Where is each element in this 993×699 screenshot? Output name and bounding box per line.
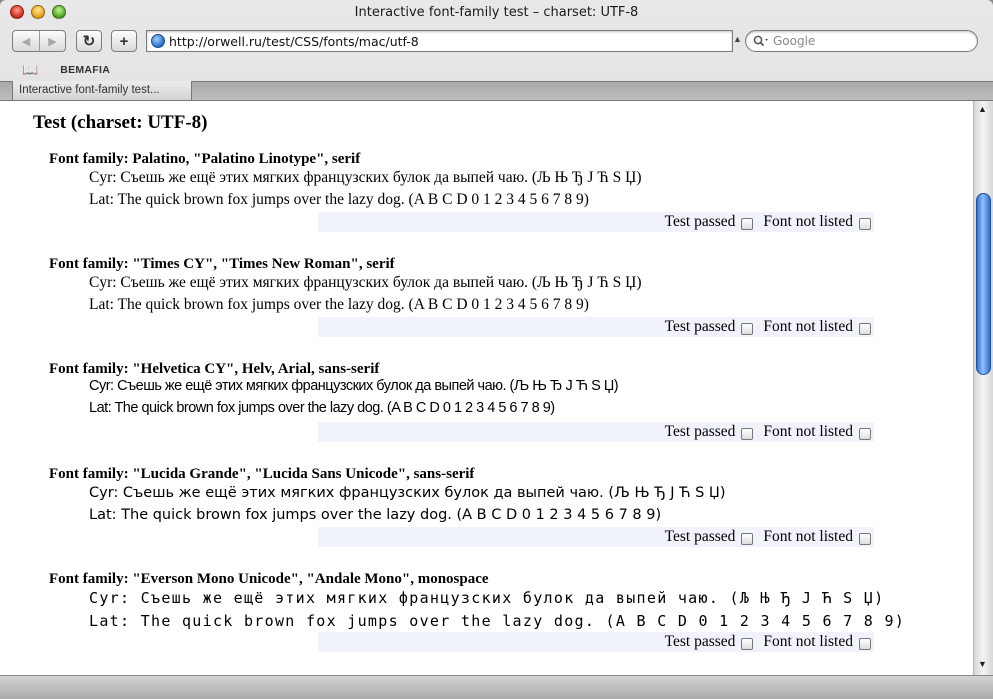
title-bar[interactable]: Interactive font-family test – charset: … — [0, 0, 993, 24]
cyr-sample: Cyr: Съешь же ещё этих мягких французски… — [89, 589, 885, 607]
forward-button[interactable]: ▶ — [38, 31, 65, 51]
font-not-listed-checkbox[interactable] — [859, 322, 871, 335]
minimize-icon[interactable] — [31, 5, 45, 19]
font-family-heading: Font family: "Times CY", "Times New Roma… — [49, 256, 395, 272]
cyr-sample: Cyr: Съешь же ещё этих мягких французски… — [89, 169, 642, 186]
page-title: Test (charset: UTF-8) — [33, 112, 208, 133]
font-not-listed-label: Font not listed — [763, 213, 853, 230]
open-book-icon[interactable]: 📖 — [22, 62, 38, 78]
font-not-listed-checkbox[interactable] — [859, 217, 871, 230]
font-not-listed-label: Font not listed — [763, 423, 853, 440]
zoom-icon[interactable] — [52, 5, 66, 19]
test-passed-checkbox[interactable] — [741, 322, 754, 335]
lat-sample: Lat: The quick brown fox jumps over the … — [89, 400, 555, 416]
url-text[interactable]: http://orwell.ru/test/CSS/fonts/mac/utf-… — [169, 34, 419, 49]
result-row: Test passed Font not listed — [318, 422, 874, 442]
close-icon[interactable] — [10, 5, 24, 19]
test-block-lucida: Font family: "Lucida Grande", "Lucida Sa… — [0, 466, 973, 571]
result-row: Test passed Font not listed — [318, 527, 874, 547]
scroll-thumb[interactable] — [976, 193, 991, 375]
font-family-heading: Font family: "Lucida Grande", "Lucida Sa… — [49, 466, 475, 482]
result-row: Test passed Font not listed — [318, 632, 874, 652]
test-passed-checkbox[interactable] — [741, 532, 754, 545]
test-passed-label: Test passed — [664, 633, 736, 650]
navigation-buttons: ◀ ▶ — [12, 30, 66, 52]
test-passed-checkbox[interactable] — [741, 637, 754, 650]
font-not-listed-checkbox[interactable] — [859, 637, 871, 650]
test-block-times: Font family: "Times CY", "Times New Roma… — [0, 256, 973, 361]
reload-button[interactable]: ↻ — [76, 30, 102, 52]
test-passed-label: Test passed — [664, 528, 736, 545]
font-family-heading: Font family: Palatino, "Palatino Linotyp… — [49, 151, 361, 167]
globe-icon — [151, 34, 165, 48]
font-not-listed-label: Font not listed — [763, 633, 853, 650]
magnifier-icon — [753, 35, 768, 47]
browser-window: Interactive font-family test – charset: … — [0, 0, 993, 699]
snapback-icon[interactable]: ▲ — [733, 34, 742, 44]
tab-active[interactable]: Interactive font-family test... — [12, 81, 192, 101]
test-block-palatino: Font family: Palatino, "Palatino Linotyp… — [0, 151, 973, 256]
result-row: Test passed Font not listed — [318, 212, 874, 232]
font-not-listed-checkbox[interactable] — [859, 427, 871, 440]
status-bar — [0, 675, 993, 699]
font-not-listed-label: Font not listed — [763, 528, 853, 545]
search-field[interactable] — [745, 30, 978, 52]
test-passed-checkbox[interactable] — [741, 217, 754, 230]
back-button[interactable]: ◀ — [13, 31, 39, 51]
test-passed-checkbox[interactable] — [741, 427, 754, 440]
lat-sample: Lat: The quick brown fox jumps over the … — [89, 612, 906, 630]
font-not-listed-label: Font not listed — [763, 318, 853, 335]
test-block-monospace: Font family: "Everson Mono Unicode", "An… — [0, 571, 973, 675]
search-input[interactable] — [773, 34, 953, 48]
page-content: Test (charset: UTF-8) Font family: Palat… — [0, 101, 973, 675]
address-bar[interactable]: http://orwell.ru/test/CSS/fonts/mac/utf-… — [146, 30, 733, 52]
lat-sample: Lat: The quick brown fox jumps over the … — [89, 191, 589, 208]
window-title: Interactive font-family test – charset: … — [354, 4, 639, 20]
bookmark-item[interactable]: BEMAFIA — [60, 64, 110, 76]
add-bookmark-button[interactable]: + — [111, 30, 137, 52]
toolbar: ◀ ▶ ↻ + http://orwell.ru/test/CSS/fonts/… — [0, 26, 993, 56]
font-family-heading: Font family: "Everson Mono Unicode", "An… — [49, 571, 489, 587]
window-controls — [10, 5, 66, 19]
tab-bar: Interactive font-family test... — [0, 81, 993, 101]
cyr-sample: Cyr: Съешь же ещё этих мягких французски… — [89, 378, 619, 394]
test-block-helvetica: Font family: "Helvetica CY", Helv, Arial… — [0, 361, 973, 466]
lat-sample: Lat: The quick brown fox jumps over the … — [89, 296, 589, 313]
test-passed-label: Test passed — [664, 318, 736, 335]
cyr-sample: Cyr: Съешь же ещё этих мягких французски… — [89, 274, 642, 291]
scroll-up-icon[interactable]: ▲ — [978, 104, 987, 114]
test-passed-label: Test passed — [664, 423, 736, 440]
scroll-down-icon[interactable]: ▼ — [978, 659, 987, 669]
bookmarks-bar: 📖 BEMAFIA — [0, 60, 993, 80]
vertical-scrollbar[interactable]: ▲ ▼ — [973, 101, 993, 675]
cyr-sample: Cyr: Съешь же ещё этих мягких французски… — [89, 485, 726, 501]
lat-sample: Lat: The quick brown fox jumps over the … — [89, 507, 662, 523]
font-not-listed-checkbox[interactable] — [859, 532, 871, 545]
test-passed-label: Test passed — [664, 213, 736, 230]
font-family-heading: Font family: "Helvetica CY", Helv, Arial… — [49, 361, 380, 377]
result-row: Test passed Font not listed — [318, 317, 874, 337]
